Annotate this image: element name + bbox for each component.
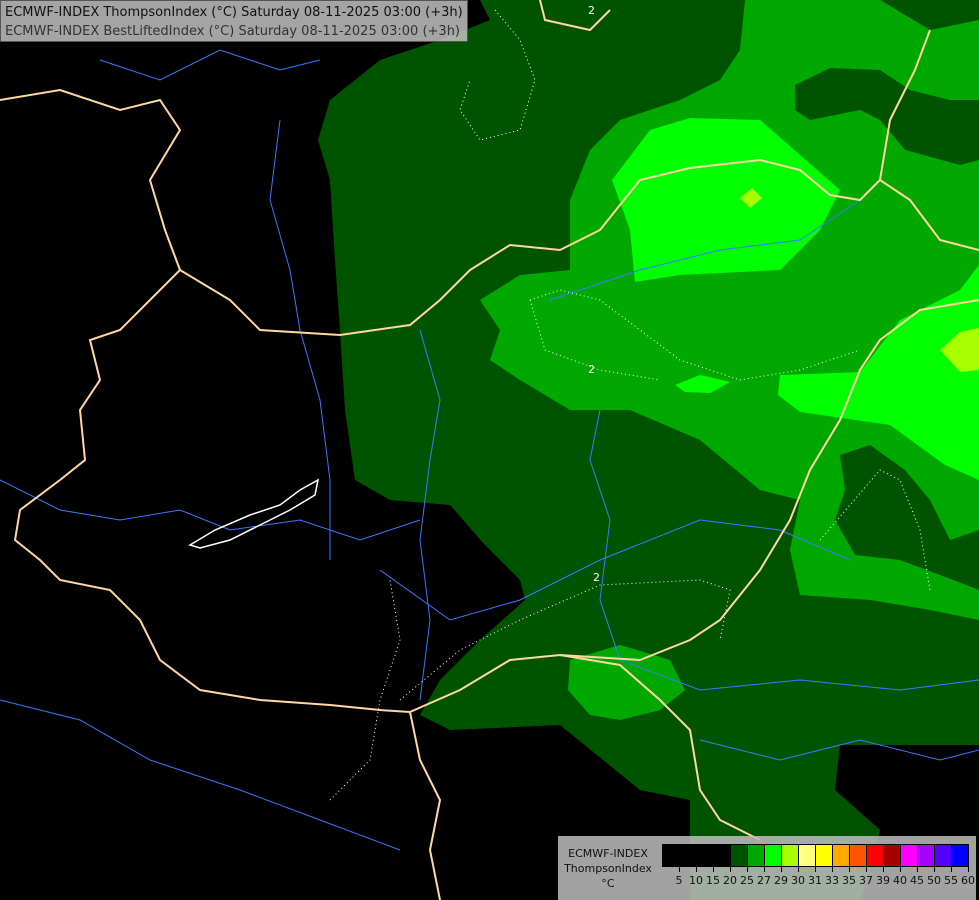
legend-swatch [680,845,697,866]
legend-source: ECMWF-INDEX [568,847,648,860]
legend-tick-label: 35 [842,874,856,887]
legend-tick-label: 55 [944,874,958,887]
legend-swatch [765,845,782,866]
contour-label: 2 [588,363,595,376]
legend-tick-mark [798,866,799,872]
legend-tick-mark [866,866,867,872]
legend-tick-label: 37 [859,874,873,887]
legend-color-bar [662,844,969,867]
legend-swatch [935,845,952,866]
legend-tick-label: 39 [876,874,890,887]
legend-tick-label: 31 [808,874,822,887]
legend-tick-label: 29 [774,874,788,887]
legend-tick-mark [730,866,731,872]
legend-tick-mark [968,866,969,872]
legend-swatch [697,845,714,866]
legend-tick-mark [951,866,952,872]
legend-tick-mark [917,866,918,872]
legend-tick-mark [883,866,884,872]
legend-swatch [816,845,833,866]
legend-tick-mark [815,866,816,872]
legend-tick-label: 27 [757,874,771,887]
legend-label: ECMWF-INDEX ThompsonIndex °C [558,846,658,891]
legend-tick-mark [696,866,697,872]
legend-tick-mark [713,866,714,872]
color-legend: ECMWF-INDEX ThompsonIndex °C 5 10 15 20 25 27… [558,836,976,900]
contour-label: 2 [588,4,595,17]
legend-swatch [799,845,816,866]
legend-tick-mark [849,866,850,872]
legend-tick-mark [900,866,901,872]
title-line-bestlifted: ECMWF-INDEX BestLiftedIndex (°C) Saturda… [5,24,460,39]
legend-swatch [663,845,680,866]
legend-tick-label: 5 [675,874,683,887]
legend-tick-mark [781,866,782,872]
legend-swatch [952,845,968,866]
legend-tick-label: 45 [910,874,924,887]
legend-swatch [833,845,850,866]
legend-swatch [867,845,884,866]
weather-map-view: 2 2 2 ECMWF-INDEX ThompsonIndex (°C) Sat… [0,0,979,900]
legend-tick-label: 10 [689,874,703,887]
legend-swatch [731,845,748,866]
legend-tick-label: 15 [706,874,720,887]
legend-swatch [901,845,918,866]
legend-tick-label: 33 [825,874,839,887]
legend-swatch [884,845,901,866]
map-title-box: ECMWF-INDEX ThompsonIndex (°C) Saturday … [0,0,468,42]
contour-label: 2 [593,571,600,584]
legend-ticks: 5 10 15 20 25 27 29 30 31 33 35 37 39 40 45 50 55 60 [662,866,975,896]
legend-tick-label: 25 [740,874,754,887]
legend-tick-label: 60 [961,874,975,887]
legend-swatch [748,845,765,866]
legend-tick-mark [832,866,833,872]
title-line-thompson: ECMWF-INDEX ThompsonIndex (°C) Saturday … [5,5,463,20]
legend-tick-mark [934,866,935,872]
legend-tick-label: 40 [893,874,907,887]
legend-swatch [918,845,935,866]
legend-tick-label: 50 [927,874,941,887]
legend-tick-mark [764,866,765,872]
legend-swatch [782,845,799,866]
legend-tick-mark [679,866,680,872]
legend-tick-label: 30 [791,874,805,887]
legend-parameter: ThompsonIndex [564,862,652,875]
lake-balaton-outline [188,478,320,549]
legend-tick-label: 20 [723,874,737,887]
map-canvas: 2 2 2 [0,0,979,900]
legend-tick-mark [747,866,748,872]
legend-swatch [714,845,731,866]
legend-swatch [850,845,867,866]
legend-unit: °C [601,877,615,890]
